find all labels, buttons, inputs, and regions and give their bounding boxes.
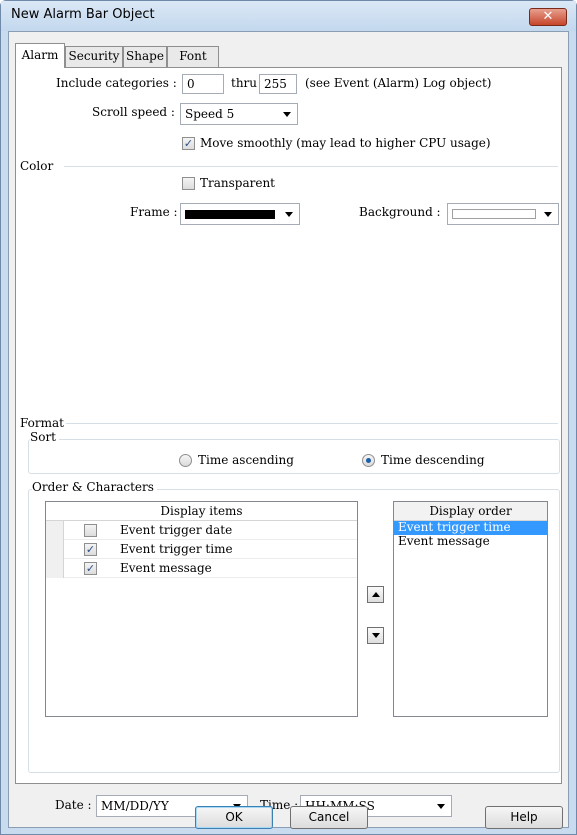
dialog-window: New Alarm Bar Object ✕ Alarm Security Sh… (0, 0, 577, 835)
close-button[interactable]: ✕ (529, 8, 567, 26)
tab-shape[interactable]: Shape (123, 46, 167, 67)
window-title: New Alarm Bar Object (11, 7, 155, 22)
chevron-down-icon (285, 212, 293, 217)
color-section-heading: Color (20, 159, 54, 173)
sort-group-heading: Sort (30, 430, 60, 444)
background-color-label: Background : (359, 205, 441, 219)
display-items-list[interactable]: Display items Event trigger date ✓ Event… (45, 501, 358, 717)
chevron-down-icon (544, 212, 552, 217)
ok-button[interactable]: OK (195, 806, 273, 829)
event-log-hint: (see Event (Alarm) Log object) (305, 76, 492, 90)
sort-descending-radio[interactable] (362, 454, 375, 467)
chevron-down-icon (283, 112, 291, 117)
close-icon: ✕ (542, 9, 554, 24)
thru-label: thru (231, 76, 258, 90)
sort-ascending-radio[interactable] (179, 454, 192, 467)
title-bar[interactable]: New Alarm Bar Object ✕ (1, 1, 576, 31)
background-color-swatch (452, 209, 536, 219)
item-label: Event message (120, 561, 212, 575)
frame-color-picker[interactable] (180, 203, 300, 225)
check-icon: ✓ (85, 562, 96, 575)
alarm-tab-panel: Include categories : 0 thru 255 (see Eve… (15, 67, 562, 817)
scroll-speed-label: Scroll speed : (92, 105, 175, 119)
format-section-heading: Format (20, 416, 64, 430)
row-header (46, 559, 64, 578)
move-down-button[interactable] (367, 627, 384, 644)
date-format-label: Date : (55, 798, 92, 812)
color-separator (64, 166, 558, 167)
display-order-list[interactable]: Display order Event trigger time Event m… (393, 501, 548, 717)
item-label: Event trigger time (120, 542, 233, 556)
order-item-selected[interactable]: Event trigger time (394, 521, 547, 535)
date-format-value: MM/DD/YY (101, 799, 169, 813)
item-checkbox[interactable]: ✓ (84, 543, 97, 556)
item-checkbox[interactable]: ✓ (84, 562, 97, 575)
display-order-header: Display order (394, 502, 547, 521)
format-separator (66, 423, 558, 424)
list-item[interactable]: Event trigger date (46, 521, 357, 540)
category-from-input[interactable]: 0 (182, 74, 224, 94)
dialog-client: Alarm Security Shape Font Include catego… (8, 31, 569, 829)
sort-ascending-label: Time ascending (198, 453, 294, 467)
row-header (46, 521, 64, 540)
category-to-input[interactable]: 255 (259, 74, 297, 94)
move-smoothly-checkbox[interactable]: ✓ (182, 137, 195, 150)
scroll-speed-select[interactable]: Speed 5 (180, 103, 298, 125)
tab-alarm[interactable]: Alarm (15, 43, 65, 68)
triangle-up-icon (372, 592, 380, 597)
item-label: Event trigger date (120, 523, 233, 537)
move-smoothly-label: Move smoothly (may lead to higher CPU us… (200, 136, 491, 150)
order-characters-heading: Order & Characters (32, 480, 157, 494)
scroll-speed-value: Speed 5 (185, 107, 235, 121)
row-header (46, 540, 64, 559)
frame-color-swatch (185, 210, 275, 219)
cancel-button[interactable]: Cancel (290, 806, 368, 829)
transparent-checkbox[interactable] (182, 177, 195, 190)
include-categories-label: Include categories : (56, 76, 177, 90)
check-icon: ✓ (183, 137, 194, 150)
list-item[interactable]: ✓ Event trigger time (46, 540, 357, 559)
triangle-down-icon (372, 633, 380, 638)
frame-color-label: Frame : (130, 205, 178, 219)
background-color-picker[interactable] (447, 203, 559, 225)
item-checkbox[interactable] (84, 524, 97, 537)
tab-security[interactable]: Security (65, 46, 123, 67)
check-icon: ✓ (85, 543, 96, 556)
move-up-button[interactable] (367, 586, 384, 603)
transparent-label: Transparent (200, 176, 276, 190)
tab-font[interactable]: Font (167, 46, 219, 67)
chevron-down-icon (437, 804, 445, 809)
sort-descending-label: Time descending (381, 453, 485, 467)
order-item[interactable]: Event message (394, 535, 547, 549)
list-item[interactable]: ✓ Event message (46, 559, 357, 578)
display-items-header: Display items (46, 502, 357, 521)
help-button[interactable]: Help (485, 806, 563, 829)
